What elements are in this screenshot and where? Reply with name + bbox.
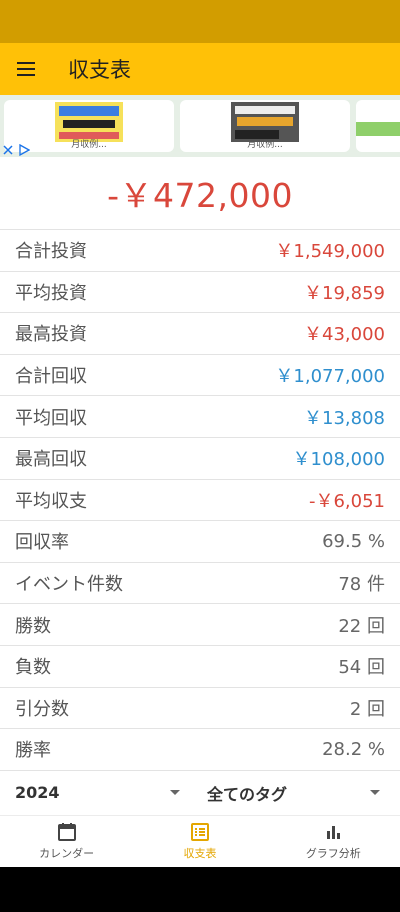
stat-label: 負数 [15, 657, 51, 679]
summary-content: -￥472,000 合計投資 ￥1,549,000 平均投資 ￥19,859 最高投資 ￥… [0, 157, 400, 815]
bottom-navigation: カレンダー 収支表 グラフ分析 [0, 815, 400, 867]
ad-card-3[interactable] [356, 100, 400, 152]
stat-label: 平均投資 [15, 282, 87, 304]
nav-label: 収支表 [183, 847, 217, 860]
ad-image [231, 102, 299, 142]
nav-summary[interactable]: 収支表 [133, 816, 266, 867]
stat-row: 勝数 22 回 [0, 604, 400, 646]
stat-label: 平均収支 [15, 490, 87, 512]
stat-row: 平均回収 ￥13,808 [0, 396, 400, 438]
stat-row: 最高回収 ￥108,000 [0, 438, 400, 480]
status-bar [0, 0, 400, 43]
stats-list: 合計投資 ￥1,549,000 平均投資 ￥19,859 最高投資 ￥43,000 合計回収… [0, 230, 400, 771]
stat-label: 最高投資 [15, 324, 87, 346]
stat-row: 平均投資 ￥19,859 [0, 272, 400, 314]
stat-row: 勝率 28.2 % [0, 729, 400, 771]
hamburger-menu-icon [17, 62, 35, 76]
stat-value: ￥1,077,000 [275, 366, 385, 388]
total-balance: -￥472,000 [0, 157, 400, 230]
stat-label: 最高回収 [15, 449, 87, 471]
nav-label: カレンダー [39, 847, 95, 860]
tag-select[interactable]: 全てのタグ [195, 770, 400, 815]
nav-label: グラフ分析 [305, 847, 361, 860]
stat-row: 平均収支 -￥6,051 [0, 480, 400, 522]
year-select[interactable]: 2024 [0, 770, 195, 815]
menu-button[interactable] [0, 43, 52, 95]
stat-row: 合計投資 ￥1,549,000 [0, 230, 400, 272]
chevron-down-icon [170, 790, 180, 795]
calendar-icon [57, 823, 76, 841]
stat-label: 勝率 [15, 740, 51, 762]
stat-value: 69.5 % [322, 530, 385, 552]
stat-value: 78 件 [338, 574, 385, 596]
stat-value: ￥43,000 [304, 324, 385, 346]
stat-row: 最高投資 ￥43,000 [0, 313, 400, 355]
filter-bar: 2024 全てのタグ [0, 770, 400, 815]
stat-label: 勝数 [15, 615, 51, 637]
stat-row: 合計回収 ￥1,077,000 [0, 355, 400, 397]
ad-banner[interactable]: 月収例... 月収例... [0, 95, 400, 157]
stat-value: -￥6,051 [308, 490, 385, 512]
stat-label: 合計回収 [15, 366, 87, 388]
stat-label: 回収率 [15, 532, 69, 554]
stat-label: 平均回収 [15, 407, 87, 429]
stat-value: 22 回 [338, 615, 385, 637]
stat-row: 負数 54 回 [0, 646, 400, 688]
stat-row: 引分数 2 回 [0, 688, 400, 730]
page-title: 収支表 [68, 58, 131, 82]
stat-value: ￥13,808 [304, 407, 385, 429]
nav-calendar[interactable]: カレンダー [0, 816, 133, 867]
ad-image [356, 122, 400, 136]
ad-image [55, 102, 123, 142]
list-icon [190, 823, 209, 841]
stat-value: ￥19,859 [304, 282, 385, 304]
ad-choices-icon[interactable] [18, 144, 30, 156]
ad-caption: 月収例... [247, 140, 283, 150]
tag-value: 全てのタグ [207, 784, 288, 804]
stat-value: 54 回 [338, 657, 385, 679]
stat-row: イベント件数 78 件 [0, 563, 400, 605]
stat-label: 合計投資 [15, 241, 87, 263]
system-navigation-bar [0, 867, 400, 912]
chevron-down-icon [370, 790, 380, 795]
ad-close-icon[interactable] [3, 145, 13, 155]
stat-value: 2 回 [349, 698, 385, 720]
ad-card-2[interactable]: 月収例... [180, 100, 350, 152]
stat-row: 回収率 69.5 % [0, 521, 400, 563]
stat-value: ￥1,549,000 [275, 241, 385, 263]
bar-chart-icon [327, 826, 341, 839]
stat-label: イベント件数 [15, 574, 123, 596]
stat-value: 28.2 % [322, 738, 385, 760]
stat-value: ￥108,000 [292, 449, 385, 471]
year-value: 2024 [15, 783, 60, 802]
stat-label: 引分数 [15, 698, 69, 720]
app-bar: 収支表 [0, 43, 400, 95]
nav-graph[interactable]: グラフ分析 [267, 816, 400, 867]
